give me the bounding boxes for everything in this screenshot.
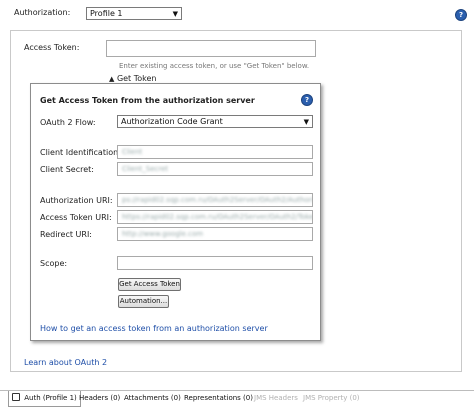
lock-icon: [12, 393, 20, 401]
access-token-label: Access Token:: [24, 43, 80, 52]
get-token-toggle[interactable]: ▲ Get Token: [109, 74, 157, 83]
dialog-title: Get Access Token from the authorization …: [40, 96, 255, 105]
client-secret-label: Client Secret:: [40, 165, 94, 174]
access-token-uri-field[interactable]: https://rapid02.sqp.com.ru/OAuth2Server/…: [117, 210, 313, 224]
redirect-uri-label: Redirect URI:: [40, 230, 93, 239]
help-icon[interactable]: ?: [301, 94, 313, 106]
authorization-uri-field[interactable]: ps://rapid02.sqp.com.ru/OAuth2Server/OAu…: [117, 193, 313, 207]
automation-button[interactable]: Automation...: [118, 295, 169, 308]
learn-oauth2-link[interactable]: Learn about OAuth 2: [24, 358, 107, 367]
scope-label: Scope:: [40, 259, 68, 268]
client-secret-value: Client_Secret: [122, 165, 169, 173]
authorization-profile-value: Profile 1: [90, 9, 123, 18]
access-token-hint: Enter existing access token, or use "Get…: [119, 62, 310, 70]
authorization-profile-select[interactable]: Profile 1 ▼: [86, 7, 182, 20]
oauth-flow-label: OAuth 2 Flow:: [40, 118, 96, 127]
client-secret-field[interactable]: Client_Secret: [117, 162, 313, 176]
howto-access-token-link[interactable]: How to get an access token from an autho…: [40, 324, 268, 333]
tab-headers[interactable]: Headers (0): [79, 394, 120, 402]
triangle-up-icon: ▲: [109, 75, 115, 83]
oauth-flow-value: Authorization Code Grant: [121, 117, 223, 126]
authorization-label: Authorization:: [14, 8, 71, 17]
tab-attachments[interactable]: Attachments (0): [124, 394, 181, 402]
authorization-uri-value: ps://rapid02.sqp.com.ru/OAuth2Server/OAu…: [122, 196, 313, 204]
client-id-label: Client Identification:: [40, 148, 121, 157]
access-token-field[interactable]: [106, 40, 316, 57]
access-token-uri-label: Access Token URI:: [40, 213, 112, 222]
client-id-value: Client: [122, 148, 143, 156]
chevron-down-icon: ▼: [303, 118, 309, 126]
bottom-tab-bar: Auth (Profile 1) Headers (0) Attachments…: [0, 390, 474, 409]
tab-auth[interactable]: Auth (Profile 1): [8, 391, 81, 407]
get-token-toggle-label: Get Token: [116, 74, 157, 83]
tab-auth-label: Auth (Profile 1): [24, 394, 77, 402]
access-token-uri-value: https://rapid02.sqp.com.ru/OAuth2Server/…: [122, 213, 313, 221]
authorization-uri-label: Authorization URI:: [40, 196, 113, 205]
get-access-token-button[interactable]: Get Access Token: [118, 278, 181, 291]
client-id-field[interactable]: Client: [117, 145, 313, 159]
tab-jms-headers: JMS Headers: [254, 394, 298, 402]
redirect-uri-field[interactable]: http://www.google.com: [117, 227, 313, 241]
oauth-flow-select[interactable]: Authorization Code Grant ▼: [117, 115, 313, 128]
scope-field[interactable]: [117, 256, 313, 270]
redirect-uri-value: http://www.google.com: [122, 230, 204, 238]
tab-representations[interactable]: Representations (0): [184, 394, 253, 402]
chevron-down-icon: ▼: [172, 10, 178, 18]
help-icon[interactable]: ?: [455, 9, 467, 21]
tab-jms-property: JMS Property (0): [303, 394, 360, 402]
